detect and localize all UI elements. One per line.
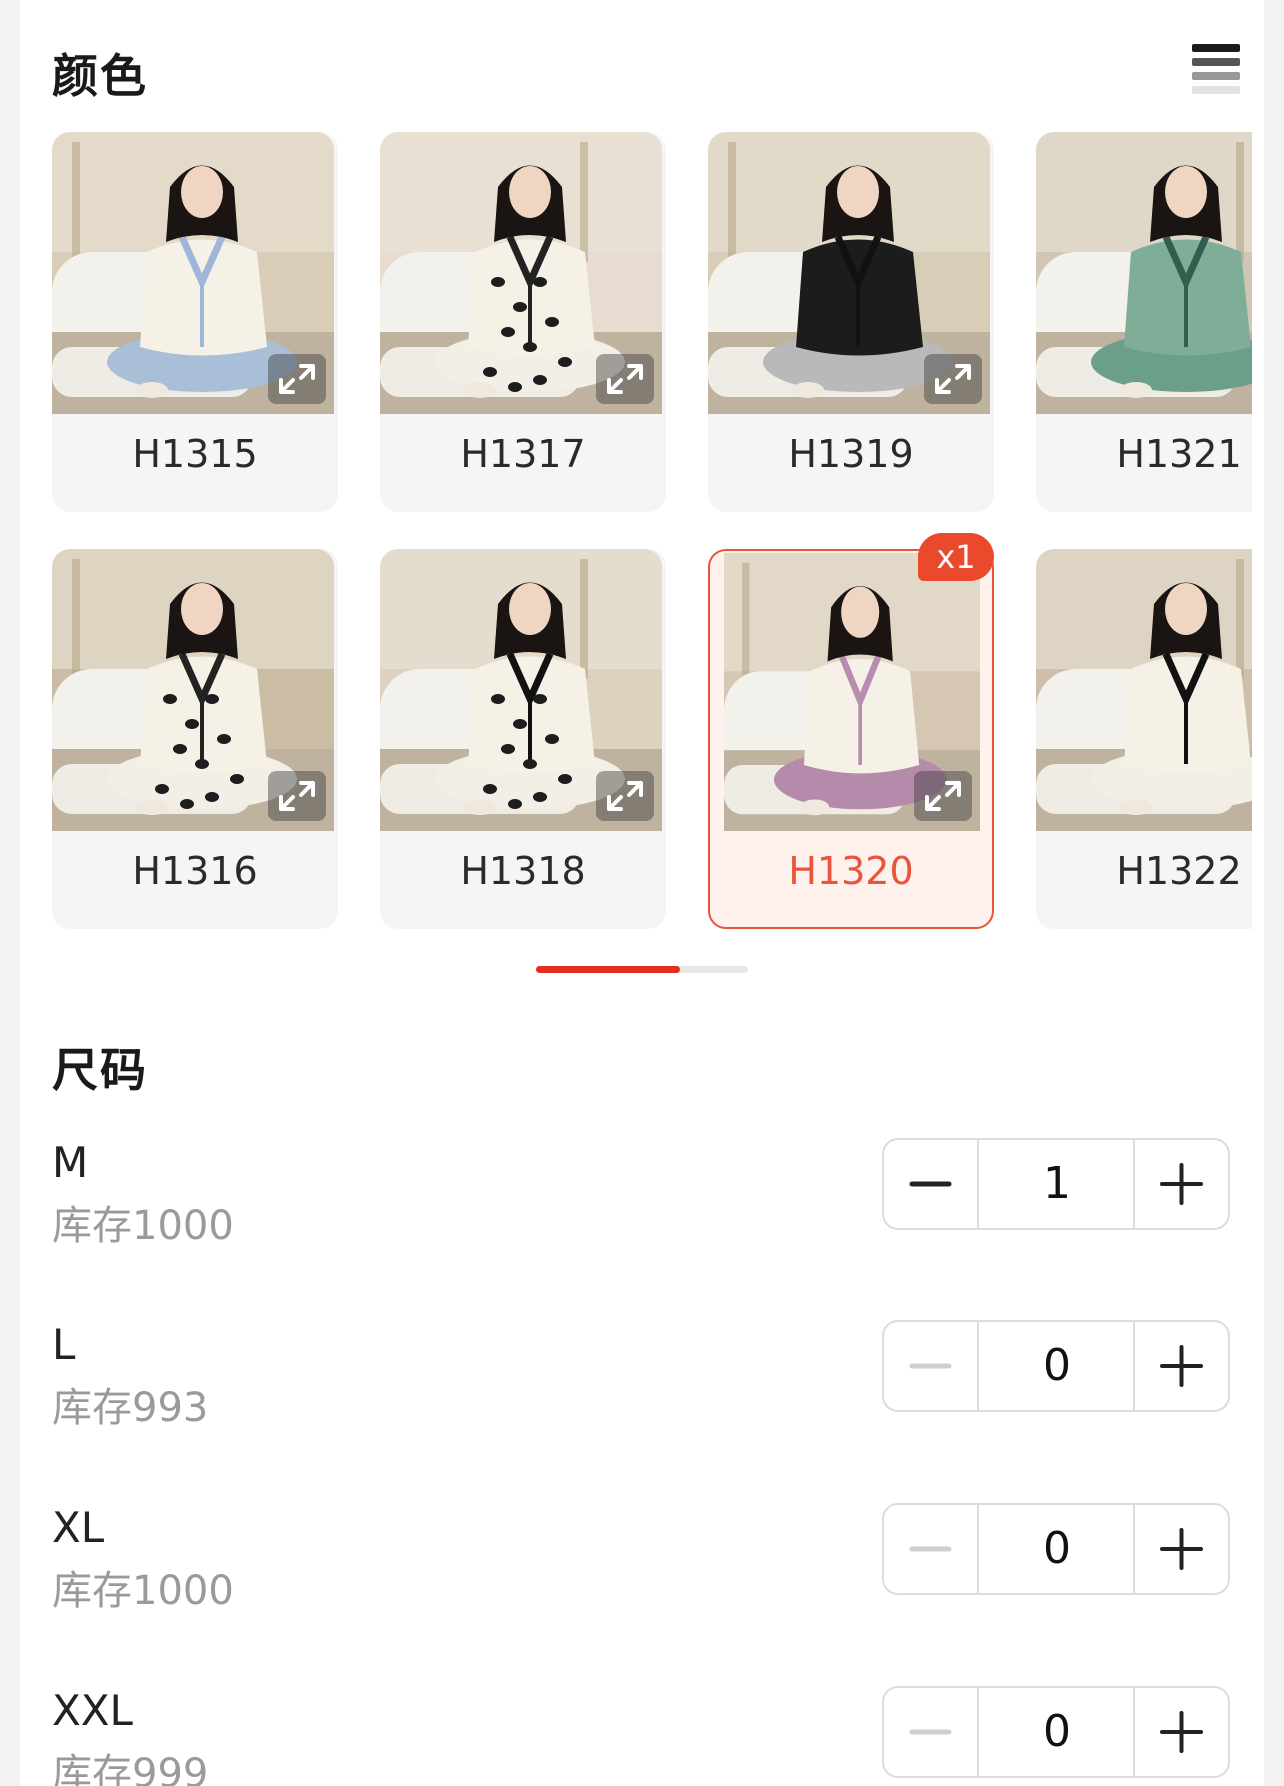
expand-icon[interactable] — [914, 771, 972, 821]
size-row: XL 库存1000 0 — [20, 1503, 1264, 1653]
variant-scrollbar[interactable] — [536, 966, 748, 973]
spec-selector-sheet: 颜色 H1315 H1317 H1319 H1321 H1316 H1318 H… — [20, 0, 1264, 1786]
stock-label: 库存999 — [52, 1751, 209, 1786]
size-row: L 库存993 0 — [20, 1320, 1264, 1470]
variant-thumbnail — [380, 549, 662, 831]
quantity-value[interactable]: 0 — [979, 1505, 1135, 1593]
variant-code-label: H1317 — [460, 432, 586, 476]
minus-icon[interactable] — [884, 1688, 979, 1776]
size-name: XXL — [52, 1686, 133, 1735]
variant-code-label: H1318 — [460, 849, 586, 893]
variant-code-label: H1320 — [788, 849, 914, 893]
size-row: XXL 库存999 0 — [20, 1686, 1264, 1786]
plus-icon[interactable] — [1133, 1140, 1228, 1228]
list-view-icon[interactable] — [1192, 44, 1240, 94]
expand-icon[interactable] — [596, 354, 654, 404]
quantity-stepper: 1 — [882, 1138, 1230, 1230]
quantity-stepper: 0 — [882, 1320, 1230, 1412]
quantity-badge: x1 — [918, 533, 994, 581]
size-row: M 库存1000 1 — [20, 1138, 1264, 1288]
stock-label: 库存1000 — [52, 1203, 234, 1249]
quantity-value[interactable]: 1 — [979, 1140, 1135, 1228]
stock-label: 库存993 — [52, 1385, 209, 1431]
size-name: L — [52, 1320, 76, 1369]
minus-icon[interactable] — [884, 1322, 979, 1410]
variant-code-label: H1316 — [132, 849, 258, 893]
variant-code-label: H1322 — [1116, 849, 1242, 893]
expand-icon[interactable] — [268, 771, 326, 821]
variant-thumbnail — [724, 553, 980, 831]
plus-icon[interactable] — [1133, 1322, 1228, 1410]
variant-thumbnail — [1036, 132, 1252, 414]
variant-code-label: H1321 — [1116, 432, 1242, 476]
expand-icon[interactable] — [596, 771, 654, 821]
variant-thumbnail — [52, 132, 334, 414]
color-variant-card[interactable]: H1320 x1 — [708, 533, 994, 929]
minus-icon[interactable] — [884, 1505, 979, 1593]
size-section-title: 尺码 — [52, 1043, 148, 1097]
variant-thumbnail — [708, 132, 990, 414]
stock-label: 库存1000 — [52, 1568, 234, 1614]
color-variant-grid: H1315 H1317 H1319 H1321 H1316 H1318 H132… — [52, 132, 1252, 937]
variant-thumbnail — [380, 132, 662, 414]
color-section-title: 颜色 — [52, 49, 148, 103]
minus-icon[interactable] — [884, 1140, 979, 1228]
size-name: XL — [52, 1503, 105, 1552]
plus-icon[interactable] — [1133, 1688, 1228, 1776]
size-name: M — [52, 1138, 89, 1187]
color-variant-card[interactable]: H1319 — [708, 132, 994, 512]
color-variant-card[interactable]: H1318 — [380, 549, 666, 929]
variant-thumbnail — [52, 549, 334, 831]
color-variant-card[interactable]: H1317 — [380, 132, 666, 512]
color-variant-card[interactable]: H1322 — [1036, 549, 1252, 929]
quantity-value[interactable]: 0 — [979, 1688, 1135, 1776]
variant-code-label: H1319 — [788, 432, 914, 476]
variant-code-label: H1315 — [132, 432, 258, 476]
quantity-stepper: 0 — [882, 1503, 1230, 1595]
quantity-value[interactable]: 0 — [979, 1322, 1135, 1410]
plus-icon[interactable] — [1133, 1505, 1228, 1593]
expand-icon[interactable] — [924, 354, 982, 404]
variant-scrollbar-thumb[interactable] — [536, 966, 681, 973]
quantity-stepper: 0 — [882, 1686, 1230, 1778]
color-variant-card[interactable]: H1321 — [1036, 132, 1252, 512]
expand-icon[interactable] — [268, 354, 326, 404]
variant-thumbnail — [1036, 549, 1252, 831]
color-variant-card[interactable]: H1315 — [52, 132, 338, 512]
color-variant-card[interactable]: H1316 — [52, 549, 338, 929]
